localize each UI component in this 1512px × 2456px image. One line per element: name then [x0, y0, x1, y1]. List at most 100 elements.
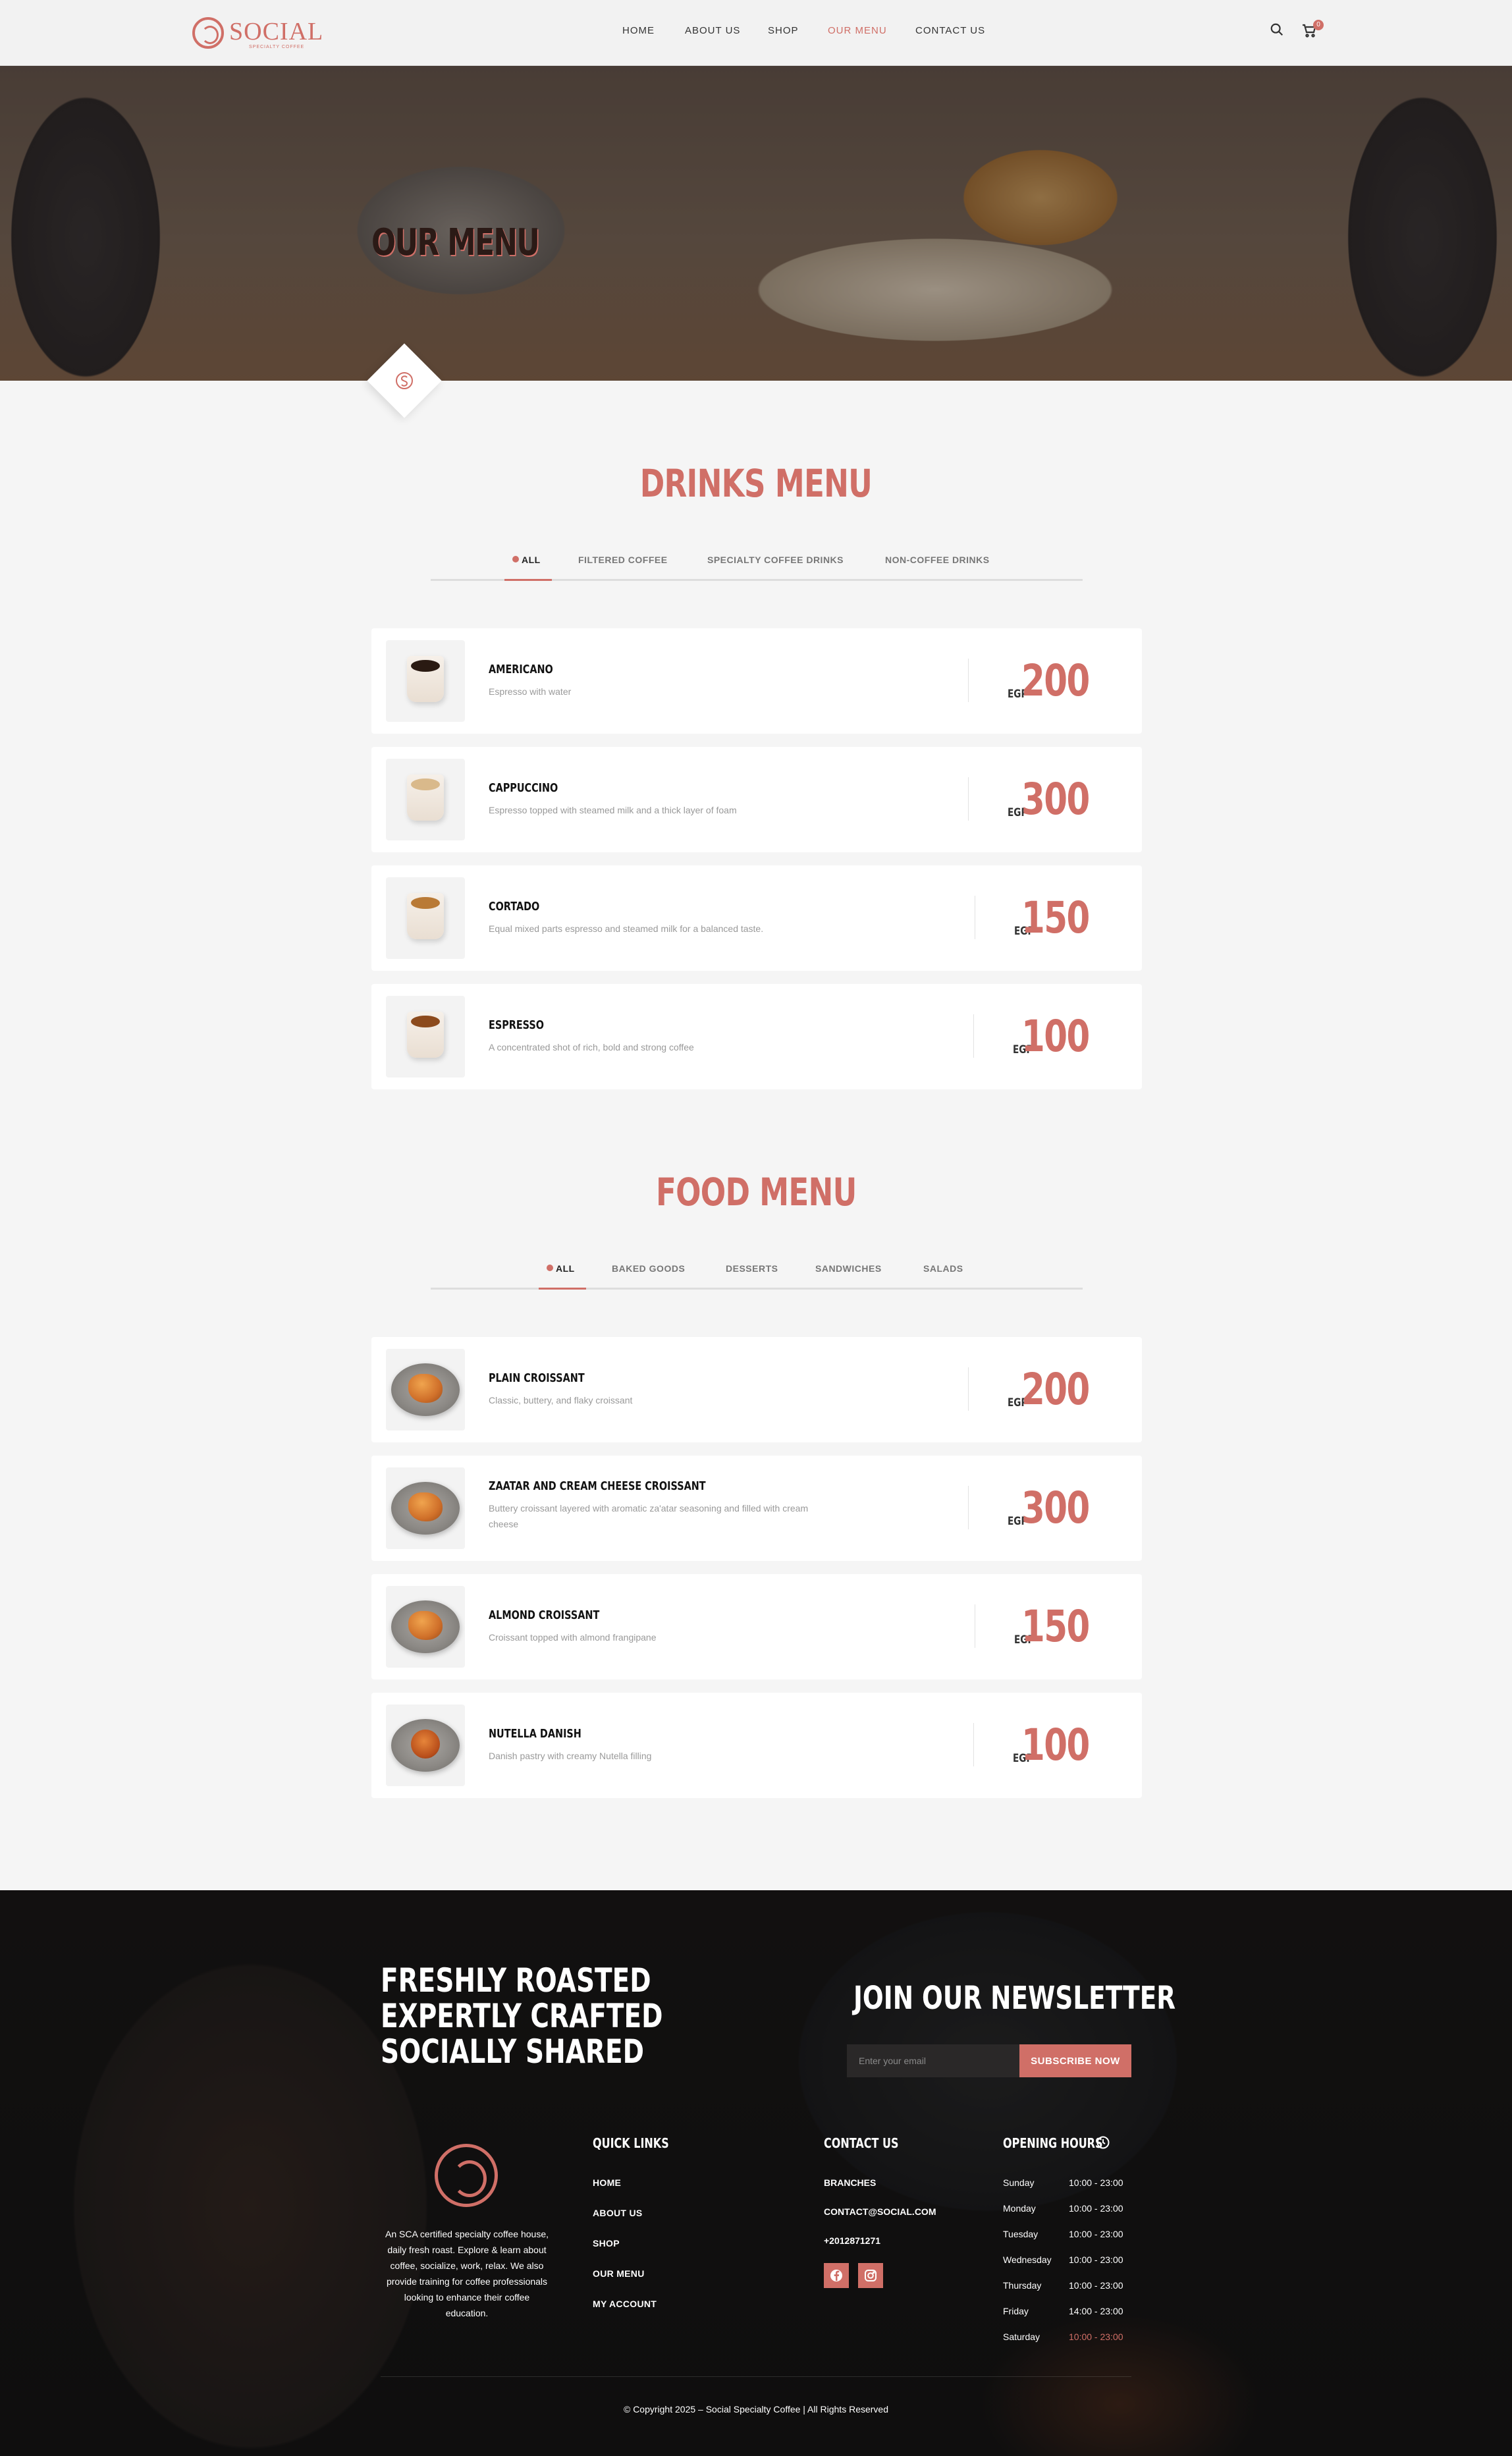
coffee-cup-image: [407, 656, 444, 702]
hours-day: Tuesday: [1003, 2229, 1039, 2239]
tab-filtered-coffee[interactable]: FILTERED COFFEE: [578, 555, 668, 565]
item-name: NUTELLA DANISH: [489, 1727, 581, 1741]
footer-phone-link[interactable]: +2012871271: [824, 2235, 880, 2246]
tab-all[interactable]: ALL: [547, 1263, 575, 1274]
site-header: SOCIAL SPECIALTY COFFEE HOME ABOUT US SH…: [0, 0, 1512, 66]
item-price: 150: [1021, 892, 1090, 943]
footer-link-shop[interactable]: SHOP: [593, 2238, 620, 2249]
item-description: Danish pastry with creamy Nutella fillin…: [489, 1751, 652, 1761]
item-price: 300: [1021, 1483, 1090, 1533]
newsletter-title: JOIN OUR NEWSLETTER: [853, 1980, 1176, 2017]
active-dot-icon: [547, 1265, 553, 1271]
item-description: Espresso with water: [489, 686, 572, 697]
hours-time: 10:00 - 23:00: [1069, 2203, 1123, 2214]
price-divider: [973, 1014, 974, 1058]
site-footer: FRESHLY ROASTED EXPERTLY CRAFTED SOCIALL…: [0, 1890, 1512, 2456]
hours-day: Thursday: [1003, 2280, 1042, 2291]
quick-links-title: QUICK LINKS: [593, 2135, 669, 2151]
coffee-cup-image: [407, 893, 444, 939]
cart-count-badge: 0: [1313, 20, 1324, 30]
nav-shop[interactable]: SHOP: [768, 25, 799, 41]
logo-mark-icon: [192, 17, 224, 49]
item-name: ALMOND CROISSANT: [489, 1608, 600, 1622]
hours-day: Friday: [1003, 2306, 1029, 2316]
menu-item-card[interactable]: CAPPUCCINO Espresso topped with steamed …: [371, 747, 1142, 852]
tab-specialty-coffee-drinks[interactable]: SPECIALTY COFFEE DRINKS: [707, 555, 844, 565]
subscribe-button[interactable]: SUBSCRIBE NOW: [1019, 2044, 1131, 2077]
item-price: 200: [1021, 655, 1090, 706]
footer-link-my-account[interactable]: MY ACCOUNT: [593, 2299, 657, 2309]
menu-item-card[interactable]: CORTADO Equal mixed parts espresso and s…: [371, 865, 1142, 971]
hours-time: 10:00 - 23:00: [1069, 2254, 1123, 2265]
food-tabs: ALL BAKED GOODS DESSERTS SANDWICHES SALA…: [431, 1263, 1083, 1290]
item-image: [386, 877, 465, 959]
item-name: PLAIN CROISSANT: [489, 1371, 585, 1385]
item-price: 300: [1021, 774, 1090, 825]
item-name: AMERICANO: [489, 663, 553, 676]
coffee-cup-image: [407, 1012, 444, 1058]
footer-link-about-us[interactable]: ABOUT US: [593, 2208, 643, 2218]
tab-all[interactable]: ALL: [512, 555, 541, 565]
tab-desserts[interactable]: DESSERTS: [726, 1263, 778, 1274]
hours-time: 14:00 - 23:00: [1069, 2306, 1123, 2316]
menu-item-card[interactable]: ESPRESSO A concentrated shot of rich, bo…: [371, 984, 1142, 1089]
site-logo[interactable]: SOCIAL SPECIALTY COFFEE: [192, 16, 324, 51]
item-image: [386, 1349, 465, 1431]
price-divider: [968, 1486, 969, 1529]
logo-subtitle: SPECIALTY COFFEE: [249, 45, 305, 49]
price-divider: [968, 777, 969, 821]
item-price: 200: [1021, 1364, 1090, 1415]
nav-our-menu[interactable]: OUR MENU: [828, 25, 887, 41]
item-price: 150: [1021, 1601, 1090, 1652]
footer-logo-icon: [435, 2144, 498, 2207]
item-description: Classic, buttery, and flaky croissant: [489, 1395, 633, 1405]
pastry-image: [411, 1730, 440, 1759]
footer-link-our-menu[interactable]: OUR MENU: [593, 2268, 645, 2279]
tab-baked-goods[interactable]: BAKED GOODS: [612, 1263, 685, 1274]
facebook-icon[interactable]: [824, 2263, 849, 2288]
item-image: [386, 996, 465, 1078]
tab-sandwiches[interactable]: SANDWICHES: [815, 1263, 882, 1274]
search-icon[interactable]: [1270, 22, 1287, 40]
hours-time: 10:00 - 23:00: [1069, 2177, 1123, 2188]
active-dot-icon: [512, 556, 519, 562]
menu-item-card[interactable]: ZAATAR AND CREAM CHEESE CROISSANT Butter…: [371, 1456, 1142, 1561]
nav-contact-us[interactable]: CONTACT US: [915, 25, 985, 41]
menu-item-card[interactable]: NUTELLA DANISH Danish pastry with creamy…: [371, 1693, 1142, 1798]
menu-item-card[interactable]: ALMOND CROISSANT Croissant topped with a…: [371, 1574, 1142, 1679]
footer-email-link[interactable]: CONTACT@SOCIAL.COM: [824, 2206, 936, 2217]
footer-divider: [381, 2376, 1131, 2377]
item-description: Buttery croissant layered with aromatic …: [489, 1503, 809, 1529]
item-description: Equal mixed parts espresso and steamed m…: [489, 923, 764, 934]
item-description: Espresso topped with steamed milk and a …: [489, 805, 737, 815]
item-description: A concentrated shot of rich, bold and st…: [489, 1042, 694, 1052]
food-menu-title: FOOD MENU: [655, 1170, 857, 1214]
logo-text: SOCIAL: [229, 18, 324, 45]
menu-item-card[interactable]: AMERICANO Espresso with water EGP 200: [371, 628, 1142, 734]
instagram-icon[interactable]: [858, 2263, 883, 2288]
item-image: [386, 640, 465, 722]
opening-hours-title: OPENING HOURS: [1003, 2135, 1103, 2151]
drinks-tabs: ALL FILTERED COFFEE SPECIALTY COFFEE DRI…: [431, 555, 1083, 581]
hours-day: Sunday: [1003, 2177, 1035, 2188]
item-description: Croissant topped with almond frangipane: [489, 1632, 657, 1643]
item-image: [386, 1705, 465, 1786]
pastry-image: [408, 1374, 443, 1403]
copyright-text: © Copyright 2025 – Social Specialty Coff…: [623, 2404, 888, 2415]
active-tab-underline: [539, 1288, 586, 1290]
drinks-menu-title: DRINKS MENU: [639, 461, 873, 506]
price-divider: [973, 1723, 974, 1766]
item-name: ESPRESSO: [489, 1018, 545, 1032]
item-image: [386, 1467, 465, 1549]
hours-time: 10:00 - 23:00: [1069, 2280, 1123, 2291]
nav-home[interactable]: HOME: [622, 25, 655, 41]
footer-branches-link[interactable]: BRANCHES: [824, 2177, 876, 2188]
tab-salads[interactable]: SALADS: [923, 1263, 963, 1274]
menu-item-card[interactable]: PLAIN CROISSANT Classic, buttery, and fl…: [371, 1337, 1142, 1442]
tab-non-coffee-drinks[interactable]: NON-COFFEE DRINKS: [885, 555, 990, 565]
footer-link-home[interactable]: HOME: [593, 2177, 621, 2188]
newsletter-email-input[interactable]: [847, 2044, 1019, 2077]
logo-mark-icon: [395, 371, 414, 390]
contact-us-title: CONTACT US: [824, 2135, 899, 2151]
nav-about-us[interactable]: ABOUT US: [685, 25, 740, 41]
